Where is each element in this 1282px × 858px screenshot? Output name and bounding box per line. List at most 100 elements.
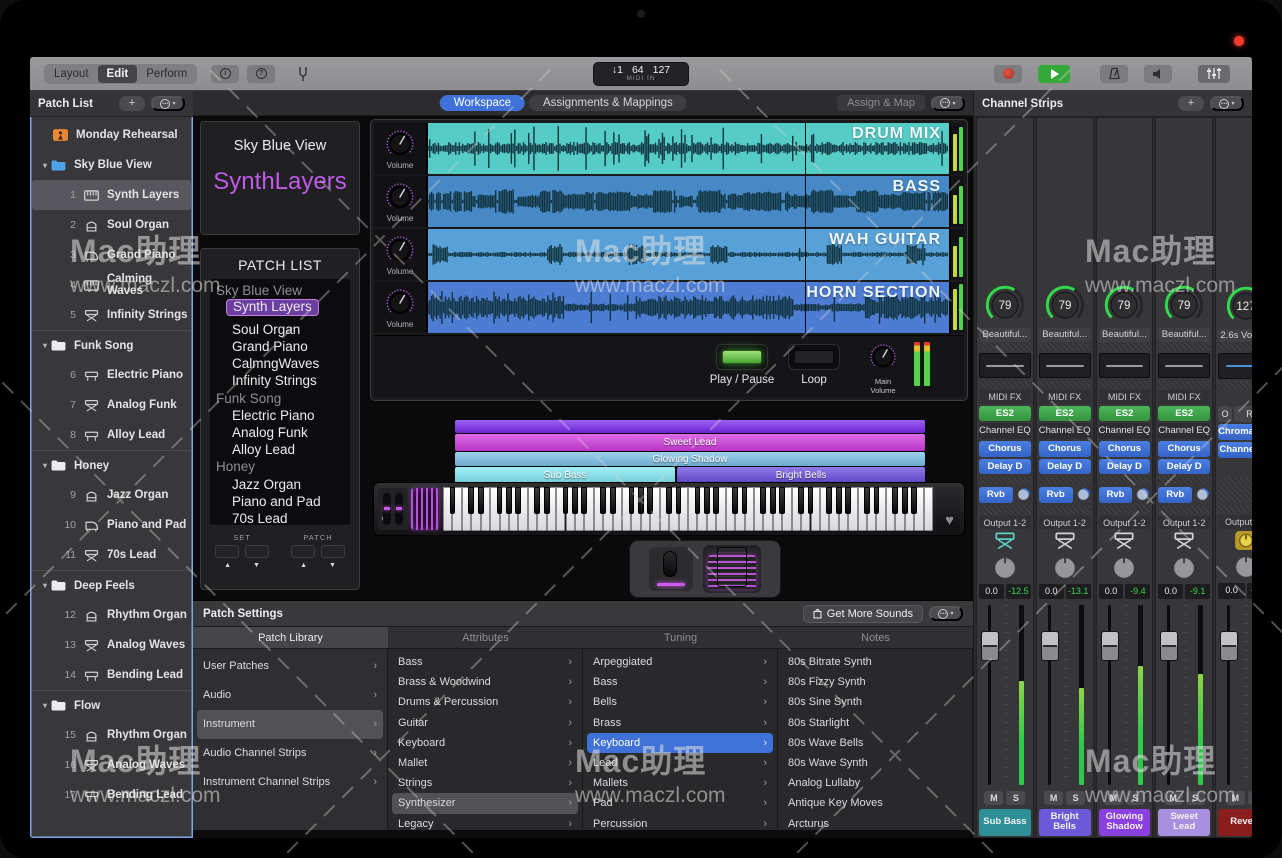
piano-black-key[interactable]: [478, 487, 484, 514]
audio-fx-slot-channel-eq[interactable]: Channel EQ: [1039, 423, 1091, 439]
library-item-guitar[interactable]: Guitar›: [392, 713, 578, 733]
sustain-pedal[interactable]: [649, 547, 693, 591]
pitch-wheel[interactable]: [383, 493, 391, 525]
audio-fx-slot-chorus[interactable]: Chorus: [1099, 441, 1151, 457]
sidebar-item-infinity-strings[interactable]: 5Infinity Strings: [32, 300, 191, 330]
pan-knob[interactable]: [1158, 552, 1210, 584]
piano-black-key[interactable]: [544, 487, 550, 514]
send-button-rvb[interactable]: Rvb: [979, 487, 1013, 503]
output-slot[interactable]: Output 1-2: [1099, 516, 1151, 530]
widget-patch-honey[interactable]: Honey: [214, 458, 346, 475]
library-item-80s-wave-bells[interactable]: 80s Wave Bells: [782, 733, 968, 753]
piano-black-key[interactable]: [760, 487, 766, 514]
volume-fader[interactable]: [1039, 601, 1091, 789]
piano-black-key[interactable]: [629, 487, 635, 514]
fader-cap[interactable]: [1220, 631, 1238, 661]
drawbar-control[interactable]: [411, 488, 439, 530]
strip-name-plate[interactable]: Glowing Shadow: [1099, 809, 1151, 836]
library-item-antique-key-moves[interactable]: Antique Key Moves: [782, 793, 968, 813]
piano-black-key[interactable]: [534, 487, 540, 514]
widget-patch-piano-and-pad[interactable]: Piano and Pad: [214, 493, 346, 510]
audio-fx-slot-chorus[interactable]: Chorus: [1039, 441, 1091, 457]
pan-knob[interactable]: [1218, 551, 1252, 583]
strip-name-plate[interactable]: Sweet Lead: [1158, 809, 1210, 836]
library-item-bells[interactable]: Bells›: [587, 692, 773, 712]
track-volume-knob-horn-section[interactable]: Volume: [374, 282, 428, 333]
library-item-legacy[interactable]: Legacy›: [392, 814, 578, 831]
sidebar-item-electric-piano[interactable]: 6Electric Piano: [32, 360, 191, 390]
piano-black-key[interactable]: [826, 487, 832, 514]
send-knob-icon[interactable]: [1016, 487, 1031, 502]
library-item-80s-fizzy-synth[interactable]: 80s Fizzy Synth: [782, 672, 968, 692]
eq-thumbnail[interactable]: [1039, 353, 1091, 378]
piano-black-key[interactable]: [638, 487, 644, 514]
widget-patch-jazz-organ[interactable]: Jazz Organ: [214, 476, 346, 493]
sidebar-item-piano-and-pad[interactable]: 10Piano and Pad: [32, 510, 191, 540]
piano-black-key[interactable]: [770, 487, 776, 514]
library-item-brass[interactable]: Brass›: [587, 713, 773, 733]
assign-map-button[interactable]: Assign & Map: [837, 95, 925, 111]
fader-cap[interactable]: [1160, 631, 1178, 661]
audio-fx-slot-channel-eq[interactable]: Channel EQ: [1099, 423, 1151, 439]
piano-black-key[interactable]: [864, 487, 870, 514]
fader-cap[interactable]: [1041, 631, 1059, 661]
send-knob-icon[interactable]: [1076, 487, 1091, 502]
patch-list-action-menu-button[interactable]: •••▾: [151, 96, 185, 111]
instrument-slot[interactable]: ES2: [1158, 406, 1210, 422]
waveform-drum-mix[interactable]: DRUM MIX: [428, 123, 949, 174]
library-item-drums-percussion[interactable]: Drums & Percussion›: [392, 692, 578, 712]
main-volume-knob[interactable]: Main Volume: [866, 342, 900, 395]
waveform-wah-guitar[interactable]: WAH GUITAR: [428, 229, 949, 280]
piano-black-key[interactable]: [666, 487, 672, 514]
audio-fx-slot-delay-d[interactable]: Delay D: [1039, 459, 1091, 475]
piano-white-key[interactable]: [924, 487, 933, 531]
tab-workspace[interactable]: Workspace: [440, 95, 525, 111]
mode-button-edit[interactable]: Edit: [98, 65, 138, 83]
channel-strips-toggle-button[interactable]: [1198, 65, 1230, 83]
master-mute-button[interactable]: [1144, 65, 1172, 83]
disclosure-chevron-icon[interactable]: ▾: [40, 341, 50, 350]
library-item-mallets[interactable]: Mallets›: [587, 773, 773, 793]
tab-assignments-mappings[interactable]: Assignments & Mappings: [529, 95, 687, 111]
strip-setting-name[interactable]: Beautiful...: [1158, 328, 1210, 342]
patch-settings-action-menu-button[interactable]: •••▾: [929, 606, 963, 621]
sidebar-item-analog-waves[interactable]: 13Analog Waves: [32, 630, 191, 660]
audio-fx-slot-delay-d[interactable]: Delay D: [1158, 459, 1210, 475]
library-item-audio[interactable]: Audio›: [197, 681, 383, 710]
piano-black-key[interactable]: [808, 487, 814, 514]
solo-button[interactable]: S: [1126, 791, 1145, 805]
library-tab-notes[interactable]: Notes: [778, 627, 973, 648]
midi-fx-slot[interactable]: MIDI FX: [1039, 390, 1091, 404]
piano-black-key[interactable]: [911, 487, 917, 514]
patch-up-button[interactable]: [321, 545, 345, 558]
sidebar-item-synth-layers[interactable]: 1Synth Layers: [32, 180, 191, 210]
piano-black-key[interactable]: [874, 487, 880, 514]
activity-monitor-button[interactable]: i: [211, 65, 239, 83]
strip-name-plate[interactable]: Sub Bass: [979, 809, 1031, 836]
volume-fader[interactable]: [1099, 601, 1151, 789]
mute-button[interactable]: M: [1226, 791, 1245, 805]
sidebar-item-analog-funk[interactable]: 7Analog Funk: [32, 390, 191, 420]
library-item-80s-wave-synth[interactable]: 80s Wave Synth: [782, 753, 968, 773]
solo-button[interactable]: S: [1186, 791, 1205, 805]
widget-patch-soul-organ[interactable]: Soul Organ: [214, 321, 346, 338]
audio-fx-slot-channel-eq[interactable]: Channel EQ: [1218, 442, 1252, 458]
midi-fx-slot[interactable]: MIDI FX: [1158, 390, 1210, 404]
waveform-horn-section[interactable]: HORN SECTION: [428, 282, 949, 333]
piano-black-key[interactable]: [836, 487, 842, 514]
library-item-bass[interactable]: Bass›: [587, 672, 773, 692]
audio-fx-slot-chorus[interactable]: Chorus: [1158, 441, 1210, 457]
audio-fx-slot-channel-eq[interactable]: Channel EQ: [979, 423, 1031, 439]
sidebar-item-sky-blue-view[interactable]: ▾Sky Blue View: [32, 150, 191, 180]
widget-patch-grand-piano[interactable]: Grand Piano: [214, 338, 346, 355]
layer-band-sub-bass[interactable]: Sub Bass: [455, 467, 675, 483]
get-more-sounds-button[interactable]: Get More Sounds: [803, 605, 923, 623]
library-item-80s-sine-synth[interactable]: 80s Sine Synth: [782, 692, 968, 712]
solo-button[interactable]: S: [1066, 791, 1085, 805]
piano-black-key[interactable]: [450, 487, 456, 514]
library-tab-tuning[interactable]: Tuning: [583, 627, 778, 648]
sidebar-item-bending-lead[interactable]: 17Bending Lead: [32, 780, 191, 810]
sidebar-item-funk-song[interactable]: ▾Funk Song: [32, 330, 191, 360]
library-item-user-patches[interactable]: User Patches›: [197, 652, 383, 681]
strip-setting-name[interactable]: Beautiful...: [979, 328, 1031, 342]
